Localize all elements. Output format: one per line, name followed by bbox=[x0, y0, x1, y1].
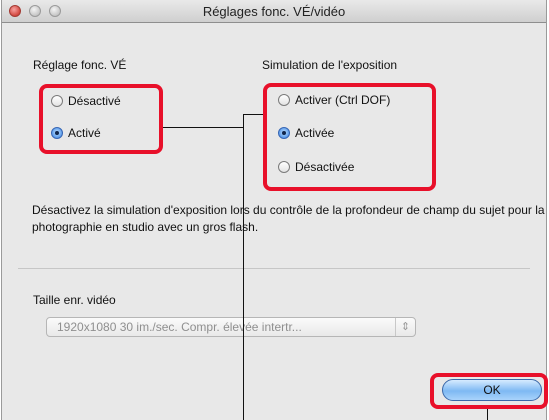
callout-line bbox=[163, 127, 243, 128]
highlight-box-ok-button bbox=[430, 373, 548, 409]
up-down-arrows-icon[interactable]: ⇕ bbox=[395, 318, 415, 336]
callout-line bbox=[487, 409, 488, 420]
description-text: Désactivez la simulation d'exposition lo… bbox=[32, 203, 545, 234]
section-divider bbox=[18, 268, 530, 269]
exposure-simulation-heading: Simulation de l'exposition bbox=[262, 58, 398, 72]
highlight-box-exposure-simulation bbox=[263, 83, 436, 191]
window-title: Réglages fonc. VÉ/vidéo bbox=[202, 4, 346, 19]
movie-size-value: 1920x1080 30 im./sec. Compr. élevée inte… bbox=[57, 320, 302, 334]
movie-size-label: Taille enr. vidéo bbox=[33, 293, 116, 307]
live-view-heading: Réglage fonc. VÉ bbox=[33, 58, 127, 72]
movie-size-select[interactable]: 1920x1080 30 im./sec. Compr. élevée inte… bbox=[46, 317, 416, 337]
title-bar: Réglages fonc. VÉ/vidéo bbox=[2, 0, 546, 23]
callout-line bbox=[243, 114, 263, 115]
highlight-box-live-view bbox=[39, 84, 163, 154]
callout-line bbox=[243, 114, 244, 420]
dialog-window: Réglages fonc. VÉ/vidéo Réglage fonc. VÉ… bbox=[1, 0, 547, 420]
